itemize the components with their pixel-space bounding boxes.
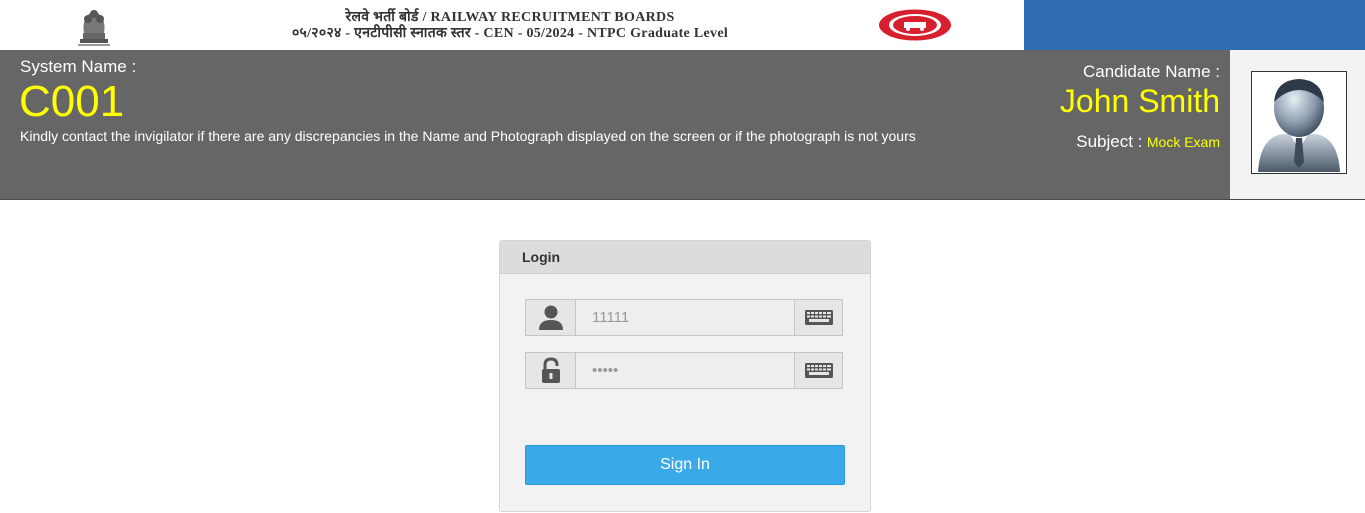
banner-title: रेलवे भर्ती बोर्ड / RAILWAY RECRUITMENT …	[160, 10, 860, 42]
lock-icon	[542, 357, 560, 383]
subject-row: Subject : Mock Exam	[1076, 132, 1220, 152]
sign-in-button[interactable]: Sign In	[525, 445, 845, 485]
password-input[interactable]	[576, 353, 794, 388]
user-icon	[539, 305, 563, 330]
login-panel-title: Login	[500, 241, 870, 274]
default-avatar-icon	[1258, 79, 1340, 172]
banner-accent-block	[1024, 0, 1365, 50]
top-banner: रेलवे भर्ती बोर्ड / RAILWAY RECRUITMENT …	[0, 0, 1365, 50]
banner-title-line2: ०५/२०२४ - एनटीपीसी स्नातक स्तर - CEN - 0…	[291, 26, 729, 41]
discrepancy-notice: Kindly contact the invigilator if there …	[20, 128, 916, 144]
user-icon-addon	[526, 300, 576, 335]
candidate-name-label: Candidate Name :	[1082, 62, 1220, 81]
candidate-photo-panel	[1230, 50, 1365, 200]
candidate-header: System Name : C001 Kindly contact the in…	[0, 50, 1230, 200]
indian-railways-logo-icon	[879, 9, 951, 41]
subject-label: Subject :	[1076, 132, 1143, 151]
system-name-value: C001	[19, 77, 125, 126]
keyboard-icon	[805, 363, 833, 378]
username-input[interactable]	[576, 300, 794, 335]
password-keyboard-button[interactable]	[794, 353, 842, 388]
lock-icon-addon	[526, 353, 576, 388]
password-field-group	[525, 352, 843, 389]
national-emblem-icon	[78, 10, 110, 46]
login-panel: Login 11111 ••••• Sign In	[499, 240, 871, 512]
system-name-label: System Name :	[20, 57, 137, 76]
candidate-photo	[1251, 71, 1347, 174]
banner-title-line1: रेलवे भर्ती बोर्ड / RAILWAY RECRUITMENT …	[345, 10, 675, 25]
username-field-group	[525, 299, 843, 336]
subject-value: Mock Exam	[1146, 134, 1220, 150]
candidate-name-value: John Smith	[1059, 83, 1220, 119]
keyboard-icon	[805, 310, 833, 325]
username-keyboard-button[interactable]	[794, 300, 842, 335]
